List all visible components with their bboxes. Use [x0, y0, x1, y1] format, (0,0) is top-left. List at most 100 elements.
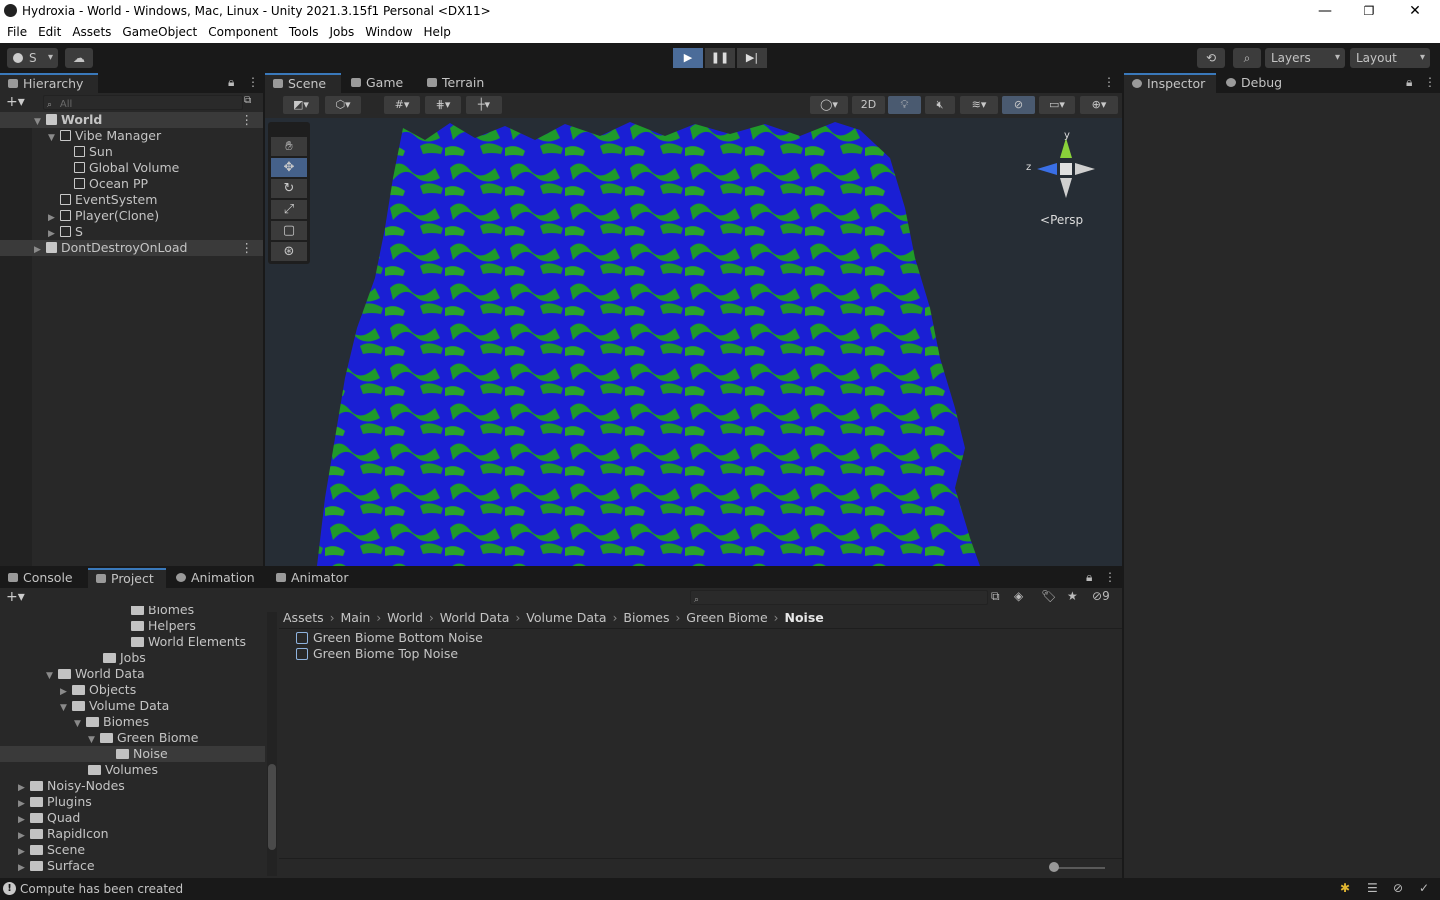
tree-item-noise[interactable]: Noise — [0, 746, 265, 762]
shading-button[interactable]: ⬡▾ — [325, 96, 361, 114]
close-button[interactable]: ✕ — [1392, 0, 1438, 23]
tab-animator[interactable]: Animator — [268, 568, 358, 588]
tree-scrollbar-thumb[interactable] — [268, 764, 276, 850]
tree-item-scene[interactable]: ▶ Scene — [0, 842, 265, 858]
lighting-toggle[interactable]: 💡︎ — [888, 96, 921, 114]
scene-view[interactable] — [265, 118, 1122, 566]
rotate-tool-button[interactable]: ↻ — [271, 179, 307, 198]
terrain-mesh[interactable] — [265, 118, 1122, 566]
tree-item-jobs[interactable]: Jobs — [0, 650, 265, 666]
label-filter-icon[interactable]: 🏷︎ — [1041, 589, 1056, 603]
render-mode-button[interactable]: ◯▾ — [810, 96, 848, 114]
kebab-menu-icon[interactable]: ⋮ — [241, 112, 254, 128]
tree-item-quad[interactable]: ▶ Quad — [0, 810, 265, 826]
kebab-menu-icon[interactable]: ⋮ — [1424, 75, 1436, 89]
hidden-objects-toggle[interactable]: ⊘ — [1002, 96, 1035, 114]
menu-tools[interactable]: Tools — [289, 23, 319, 39]
tree-item-helpers[interactable]: Helpers — [0, 618, 265, 634]
tab-animation[interactable]: Animation — [168, 568, 264, 588]
gizmos-button[interactable]: ⊕▾ — [1080, 96, 1118, 114]
kebab-menu-icon[interactable]: ⋮ — [247, 75, 259, 89]
tree-item-world-elements[interactable]: World Elements — [0, 634, 265, 650]
tree-item-volumes[interactable]: Volumes — [0, 762, 265, 778]
scene-search-icon[interactable]: ⧉ — [991, 589, 1000, 604]
crumb-assets[interactable]: Assets — [283, 610, 324, 625]
scene-visibility-icon[interactable]: ⧉ — [244, 95, 258, 109]
project-create-button[interactable]: +▾ — [6, 589, 25, 605]
tree-item-biomes-sub[interactable]: ▼ Biomes — [0, 714, 265, 730]
restore-button[interactable]: ❐ — [1346, 0, 1392, 23]
crumb-volume-data[interactable]: Volume Data — [526, 610, 606, 625]
grid-snap-button[interactable]: #▾ — [384, 96, 420, 114]
crumb-main[interactable]: Main — [341, 610, 371, 625]
step-button[interactable]: ▶| — [737, 48, 767, 68]
account-dropdown[interactable]: S — [7, 48, 58, 68]
tab-console[interactable]: Console — [0, 568, 86, 588]
hierarchy-item-global-volume[interactable]: Global Volume — [0, 160, 263, 176]
menu-edit[interactable]: Edit — [38, 23, 61, 39]
favorite-star-icon[interactable]: ★ — [1067, 589, 1078, 603]
kebab-menu-icon[interactable]: ⋮ — [1103, 75, 1115, 89]
tab-terrain[interactable]: Terrain — [419, 73, 509, 93]
hierarchy-item-world[interactable]: ▼ World ⋮ — [0, 112, 263, 128]
tree-item-biomes[interactable]: Biomes — [0, 606, 265, 618]
layout-dropdown[interactable]: Layout — [1350, 48, 1430, 68]
draw-mode-button[interactable]: ◩▾ — [283, 96, 319, 114]
lock-icon[interactable]: 🔒︎ — [228, 75, 234, 90]
asset-item[interactable]: Green Biome Top Noise — [296, 646, 458, 662]
search-button[interactable]: ⌕ — [1233, 48, 1261, 68]
check-icon[interactable]: ✓ — [1419, 881, 1429, 895]
menu-help[interactable]: Help — [424, 23, 451, 39]
project-search-input[interactable]: ⌕ — [690, 590, 988, 605]
hierarchy-item-player-clone[interactable]: ▶ Player(Clone) — [0, 208, 263, 224]
crumb-noise[interactable]: Noise — [784, 610, 823, 625]
tree-item-noisy-nodes[interactable]: ▶ Noisy-Nodes — [0, 778, 265, 794]
hidden-packages-toggle[interactable]: ⊘9 — [1092, 589, 1110, 603]
rect-tool-button[interactable]: ▢ — [271, 221, 307, 240]
layers-dropdown[interactable]: Layers — [1265, 48, 1345, 68]
crumb-world[interactable]: World — [387, 610, 423, 625]
orientation-gizmo[interactable]: y z — [1025, 130, 1105, 205]
hierarchy-item-sun[interactable]: Sun — [0, 144, 263, 160]
tree-item-plugins[interactable]: ▶ Plugins — [0, 794, 265, 810]
hierarchy-item-vibe-manager[interactable]: ▼ Vibe Manager — [0, 128, 263, 144]
pause-button[interactable]: ❚❚ — [705, 48, 735, 68]
kebab-menu-icon[interactable]: ⋮ — [1104, 570, 1116, 584]
status-message[interactable]: Compute has been created — [20, 882, 183, 896]
menu-jobs[interactable]: Jobs — [329, 23, 354, 39]
hierarchy-item-eventsystem[interactable]: EventSystem — [0, 192, 263, 208]
toggle-2d-button[interactable]: 2D — [852, 96, 885, 114]
tab-debug[interactable]: Debug — [1218, 73, 1298, 93]
lock-icon[interactable]: 🔒︎ — [1406, 75, 1412, 90]
hierarchy-item-ocean-pp[interactable]: Ocean PP — [0, 176, 263, 192]
menu-component[interactable]: Component — [208, 23, 278, 39]
hierarchy-item-dontdestroyonload[interactable]: ▶ DontDestroyOnLoad ⋮ — [0, 240, 263, 256]
cache-server-icon[interactable]: ☰ — [1367, 881, 1378, 895]
cloud-button[interactable]: ☁ — [65, 48, 93, 68]
menu-gameobject[interactable]: GameObject — [122, 23, 197, 39]
minimize-button[interactable]: — — [1302, 0, 1348, 23]
hierarchy-search-input[interactable]: ⌕ All — [43, 95, 243, 110]
audio-toggle[interactable]: 🔇︎ — [925, 96, 955, 114]
menu-file[interactable]: File — [7, 23, 27, 39]
crumb-biomes[interactable]: Biomes — [623, 610, 669, 625]
bug-icon[interactable]: ✱ — [1340, 881, 1350, 895]
tab-project[interactable]: Project — [88, 568, 166, 588]
tree-item-rapidicon[interactable]: ▶ RapidIcon — [0, 826, 265, 842]
tab-hierarchy[interactable]: Hierarchy — [0, 73, 98, 93]
move-tool-button[interactable]: ✥ — [271, 158, 307, 177]
play-button[interactable]: ▶ — [673, 48, 703, 68]
tab-scene[interactable]: Scene — [265, 73, 341, 93]
crumb-green-biome[interactable]: Green Biome — [686, 610, 767, 625]
lock-icon[interactable]: 🔒︎ — [1086, 570, 1092, 585]
increment-snap-button[interactable]: ⋕▾ — [425, 96, 461, 114]
transform-tool-button[interactable]: ⊛ — [271, 242, 307, 261]
tab-game[interactable]: Game — [343, 73, 417, 93]
menu-window[interactable]: Window — [365, 23, 412, 39]
hierarchy-item-s[interactable]: ▶ S — [0, 224, 263, 240]
crumb-world-data[interactable]: World Data — [440, 610, 510, 625]
projection-toggle[interactable]: <Persp — [1040, 213, 1083, 227]
kebab-menu-icon[interactable]: ⋮ — [241, 240, 254, 256]
ruler-button[interactable]: ┼▾ — [466, 96, 502, 114]
effects-toggle[interactable]: ≋▾ — [960, 96, 998, 114]
